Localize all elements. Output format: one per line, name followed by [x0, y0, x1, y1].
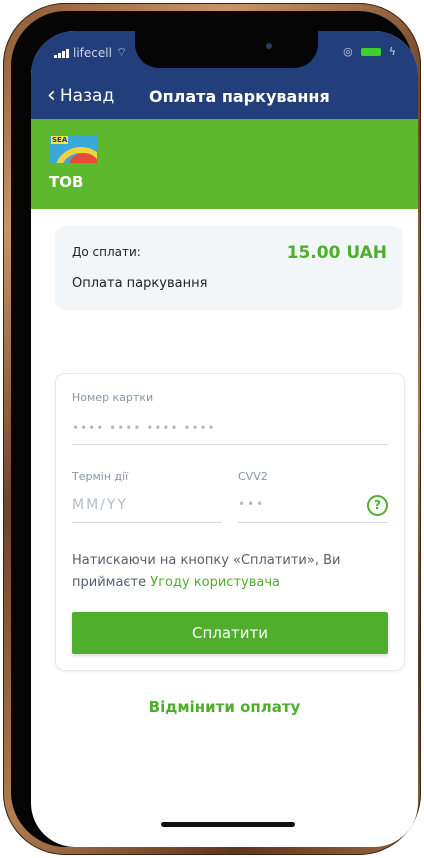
battery-icon — [360, 47, 381, 56]
phone-frame: lifecell ⌔ ◎ ϟ ‹ Назад Оплата паркування — [3, 3, 421, 855]
merchant-banner: SEA ТОВ — [31, 119, 418, 209]
carrier-label: lifecell — [73, 45, 112, 60]
payment-description: Оплата паркування — [72, 276, 208, 291]
page-title: Оплата паркування — [149, 87, 330, 106]
help-icon[interactable]: ? — [367, 495, 388, 516]
user-agreement-link[interactable]: Угоду користувача — [150, 575, 280, 590]
card-number-label: Номер картки — [72, 391, 154, 404]
signal-icon — [54, 48, 69, 58]
wifi-icon: ⌔ — [115, 45, 128, 59]
back-label: Назад — [59, 86, 115, 106]
card-form: Номер картки Термін дії CVV2 ? Натискаюч… — [55, 373, 405, 671]
app-header: lifecell ⌔ ◎ ϟ ‹ Назад Оплата паркування — [31, 31, 418, 119]
payment-summary: До сплати: 15.00 UAH Оплата паркування — [55, 226, 403, 310]
status-bar-left: lifecell ⌔ — [54, 45, 127, 60]
notch — [135, 31, 318, 68]
amount-label: До сплати: — [72, 245, 141, 259]
back-button[interactable]: ‹ Назад — [47, 83, 115, 108]
card-number-input[interactable] — [72, 412, 388, 445]
cvv-input[interactable] — [238, 486, 388, 523]
cvv-label: CVV2 — [238, 470, 268, 483]
chevron-left-icon: ‹ — [47, 83, 56, 108]
expiry-input[interactable] — [72, 488, 222, 523]
merchant-logo: SEA — [49, 135, 97, 163]
expiry-label: Термін дії — [72, 470, 129, 483]
app-screen: lifecell ⌔ ◎ ϟ ‹ Назад Оплата паркування — [31, 31, 418, 847]
camera-icon — [266, 43, 272, 49]
home-indicator[interactable] — [161, 822, 295, 827]
phone-bezel: lifecell ⌔ ◎ ϟ ‹ Назад Оплата паркування — [11, 11, 418, 847]
pay-button[interactable]: Сплатити — [72, 612, 388, 654]
alarm-icon: ◎ — [343, 45, 353, 58]
cancel-payment-link[interactable]: Відмінити оплату — [31, 698, 418, 716]
status-bar-right: ◎ ϟ — [343, 45, 396, 58]
amount-value: 15.00 UAH — [286, 243, 387, 263]
terms-text: Натискаючи на кнопку «Сплатити», Ви прий… — [72, 550, 392, 594]
merchant-name: ТОВ — [49, 173, 84, 191]
charging-icon: ϟ — [388, 45, 396, 58]
